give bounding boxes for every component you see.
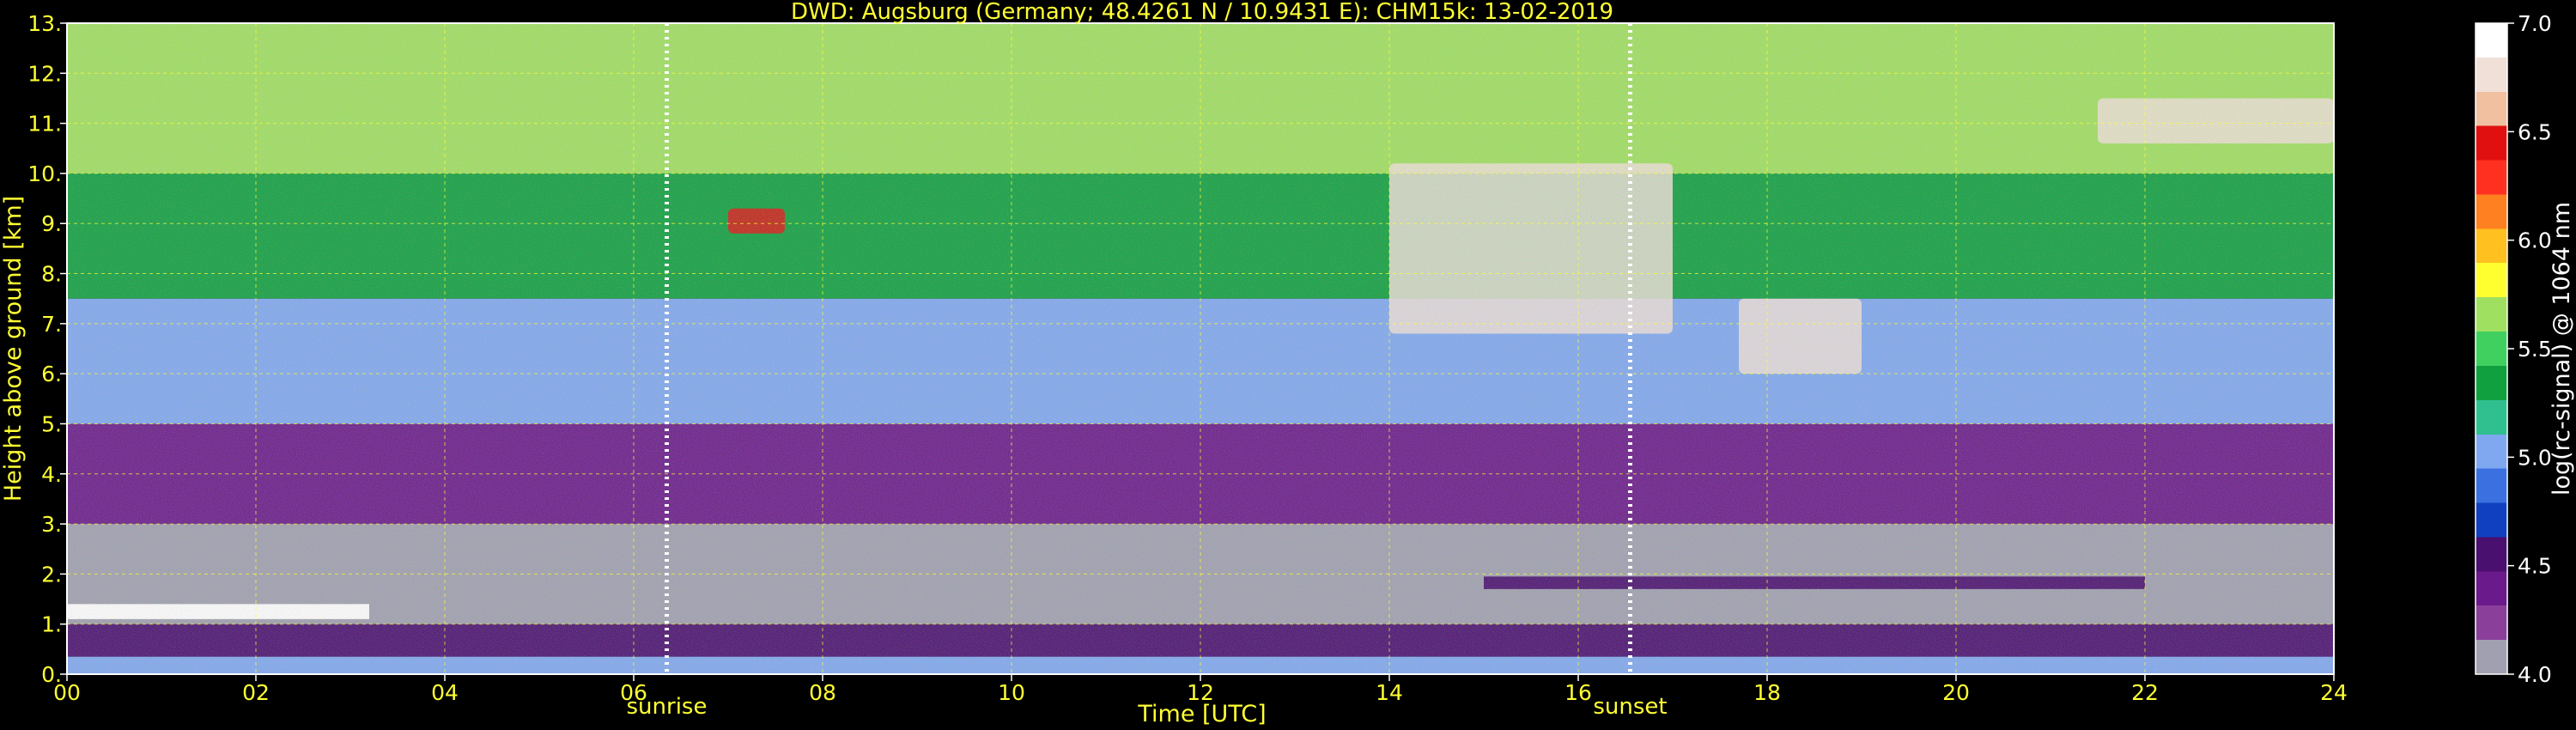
chart-title: DWD: Augsburg (Germany; 48.4261 N / 10.9…	[791, 0, 1613, 25]
x-tick-label: 04	[431, 680, 459, 705]
x-tick-label: 20	[1942, 680, 1970, 705]
colorbar-tick-label: 5.0	[2518, 445, 2552, 470]
y-tick-label: 11.	[27, 112, 62, 137]
colorbar-tick-label: 5.5	[2518, 337, 2552, 362]
x-tick-label: 14	[1376, 680, 1403, 705]
x-tick-label: 22	[2131, 680, 2159, 705]
y-tick-label: 4.	[41, 462, 62, 487]
sunset-label: sunset	[1593, 694, 1667, 720]
colorbar-tick-label: 6.0	[2518, 228, 2552, 253]
y-tick-label: 5.	[41, 411, 62, 436]
y-tick-label: 9.	[41, 211, 62, 236]
colorbar-tick-label: 4.5	[2518, 554, 2552, 579]
x-tick-label: 12	[1187, 680, 1214, 705]
y-tick-label: 3.	[41, 512, 62, 537]
y-tick-label: 12.	[27, 61, 62, 86]
y-tick-label: 6.	[41, 362, 62, 386]
x-tick-label: 16	[1564, 680, 1592, 705]
y-tick-label: 8.	[41, 262, 62, 287]
colorbar-tick-label: 4.0	[2518, 662, 2552, 687]
y-axis-label: Height above ground [km]	[0, 196, 27, 502]
x-tick-label: 08	[809, 680, 836, 705]
y-tick-label: 13.	[27, 11, 62, 36]
colorbar-tick-label: 7.0	[2518, 11, 2552, 36]
y-tick-label: 1.	[41, 612, 62, 637]
sunrise-label: sunrise	[627, 694, 708, 720]
x-tick-label: 10	[998, 680, 1025, 705]
y-tick-label: 2.	[41, 562, 62, 587]
y-tick-label: 0.	[41, 662, 62, 687]
colorbar-tick-label: 6.5	[2518, 119, 2552, 144]
x-tick-label: 24	[2320, 680, 2348, 705]
plot-area	[67, 23, 2334, 674]
y-tick-label: 10.	[27, 161, 62, 186]
colorbar-label: log(rc-signal) @ 1064 nm	[2549, 202, 2575, 496]
ceilometer-chart: DWD: Augsburg (Germany; 48.4261 N / 10.9…	[0, 0, 2576, 730]
y-tick-label: 7.	[41, 312, 62, 337]
x-tick-label: 02	[242, 680, 270, 705]
x-tick-label: 18	[1753, 680, 1781, 705]
